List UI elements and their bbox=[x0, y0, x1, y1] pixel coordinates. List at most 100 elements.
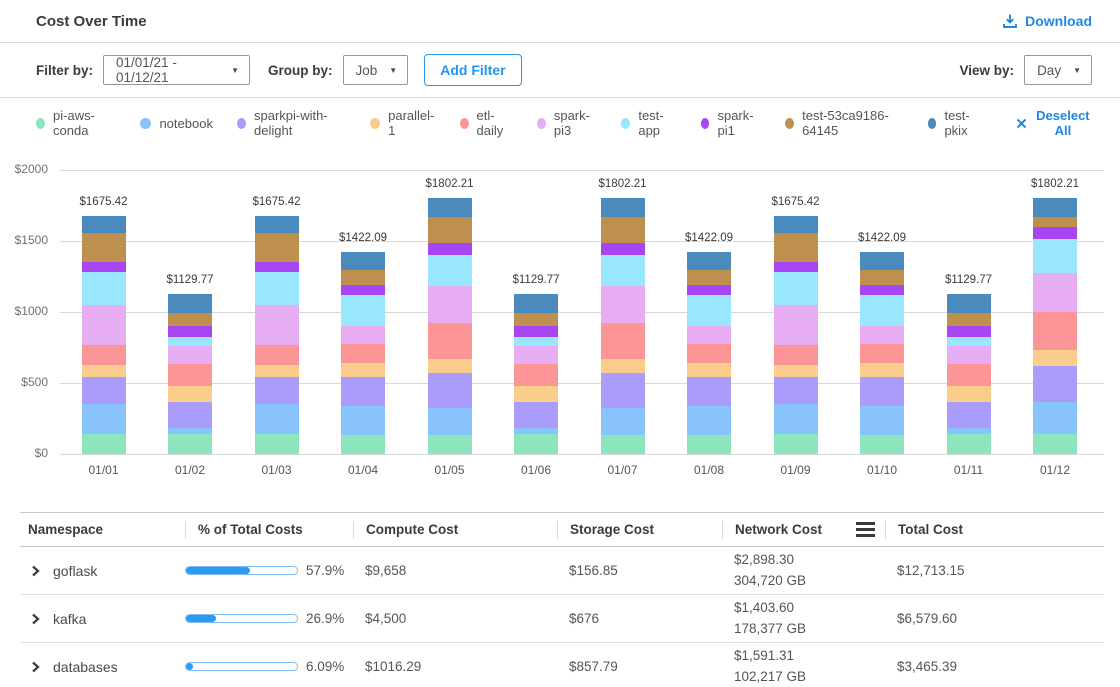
bar-segment-spark-pi1[interactable] bbox=[168, 326, 212, 337]
expand-chevron-icon[interactable] bbox=[30, 661, 41, 673]
bar-segment-test-pkix[interactable] bbox=[428, 198, 472, 217]
bar-segment-parallel-1[interactable] bbox=[168, 386, 212, 402]
bar-segment-spark-pi1[interactable] bbox=[428, 243, 472, 255]
bar-segment-pi-aws-conda[interactable] bbox=[687, 435, 731, 454]
bar-segment-spark-pi1[interactable] bbox=[860, 285, 904, 295]
bar-segment-etl-daily[interactable] bbox=[1033, 312, 1077, 350]
bar-segment-pi-aws-conda[interactable] bbox=[514, 434, 558, 454]
bar-segment-pi-aws-conda[interactable] bbox=[774, 434, 818, 454]
bar-segment-etl-daily[interactable] bbox=[168, 364, 212, 386]
bar-segment-spark-pi1[interactable] bbox=[1033, 227, 1077, 239]
bar-segment-test-53ca9186-64145[interactable] bbox=[341, 270, 385, 285]
bar-segment-sparkpi-with-delight[interactable] bbox=[860, 377, 904, 406]
bar-segment-sparkpi-with-delight[interactable] bbox=[428, 373, 472, 408]
legend-item[interactable]: sparkpi-with-delight bbox=[237, 108, 346, 138]
bar-segment-test-app[interactable] bbox=[514, 337, 558, 346]
bar-segment-spark-pi3[interactable] bbox=[947, 346, 991, 364]
bar-segment-test-53ca9186-64145[interactable] bbox=[255, 233, 299, 262]
bar-segment-sparkpi-with-delight[interactable] bbox=[255, 377, 299, 404]
bar-segment-spark-pi1[interactable] bbox=[514, 326, 558, 337]
bar-segment-spark-pi3[interactable] bbox=[341, 326, 385, 343]
bar-segment-etl-daily[interactable] bbox=[601, 323, 645, 360]
bar-segment-notebook[interactable] bbox=[601, 408, 645, 436]
date-range-dropdown[interactable]: 01/01/21 - 01/12/21 ▼ bbox=[103, 55, 250, 85]
legend-item[interactable]: spark-pi3 bbox=[537, 108, 598, 138]
bar-segment-spark-pi3[interactable] bbox=[255, 305, 299, 345]
expand-chevron-icon[interactable] bbox=[30, 565, 41, 577]
bar-segment-test-pkix[interactable] bbox=[601, 198, 645, 217]
bar-segment-pi-aws-conda[interactable] bbox=[255, 434, 299, 454]
bar-segment-test-pkix[interactable] bbox=[774, 216, 818, 233]
bar-segment-test-app[interactable] bbox=[687, 295, 731, 326]
bar-segment-notebook[interactable] bbox=[947, 428, 991, 434]
bar-segment-test-pkix[interactable] bbox=[947, 294, 991, 313]
bar-segment-spark-pi1[interactable] bbox=[947, 326, 991, 337]
bar-segment-test-53ca9186-64145[interactable] bbox=[428, 217, 472, 243]
bar-segment-sparkpi-with-delight[interactable] bbox=[601, 373, 645, 408]
bar-segment-test-pkix[interactable] bbox=[860, 252, 904, 270]
bar-segment-parallel-1[interactable] bbox=[947, 386, 991, 402]
bar-segment-etl-daily[interactable] bbox=[860, 344, 904, 363]
bar-segment-spark-pi3[interactable] bbox=[428, 286, 472, 323]
bar-segment-test-pkix[interactable] bbox=[1033, 198, 1077, 217]
column-menu-icon[interactable] bbox=[856, 522, 875, 537]
bar-segment-parallel-1[interactable] bbox=[341, 363, 385, 377]
bar-segment-test-app[interactable] bbox=[428, 255, 472, 286]
bar-segment-etl-daily[interactable] bbox=[428, 323, 472, 360]
expand-chevron-icon[interactable] bbox=[30, 613, 41, 625]
bar-segment-test-53ca9186-64145[interactable] bbox=[860, 270, 904, 285]
bar-segment-etl-daily[interactable] bbox=[774, 345, 818, 365]
bar-segment-pi-aws-conda[interactable] bbox=[860, 435, 904, 454]
bar-segment-test-app[interactable] bbox=[860, 295, 904, 326]
bar-segment-test-53ca9186-64145[interactable] bbox=[687, 270, 731, 285]
bar-segment-pi-aws-conda[interactable] bbox=[428, 435, 472, 454]
bar-segment-sparkpi-with-delight[interactable] bbox=[514, 402, 558, 428]
bar-segment-test-53ca9186-64145[interactable] bbox=[774, 233, 818, 262]
bar-segment-spark-pi3[interactable] bbox=[1033, 273, 1077, 312]
bar-segment-notebook[interactable] bbox=[341, 406, 385, 435]
column-header-storage-cost[interactable]: Storage Cost bbox=[557, 521, 722, 539]
bar-segment-spark-pi3[interactable] bbox=[601, 286, 645, 323]
view-by-dropdown[interactable]: Day ▼ bbox=[1024, 55, 1092, 85]
bar-segment-parallel-1[interactable] bbox=[255, 365, 299, 377]
bar-segment-pi-aws-conda[interactable] bbox=[1033, 434, 1077, 454]
bar-segment-test-app[interactable] bbox=[601, 255, 645, 286]
bar-segment-test-pkix[interactable] bbox=[341, 252, 385, 270]
bar-segment-etl-daily[interactable] bbox=[255, 345, 299, 365]
bar-segment-parallel-1[interactable] bbox=[860, 363, 904, 377]
bar-segment-notebook[interactable] bbox=[774, 404, 818, 435]
legend-item[interactable]: notebook bbox=[140, 116, 213, 131]
bar-segment-sparkpi-with-delight[interactable] bbox=[947, 402, 991, 428]
bar-segment-etl-daily[interactable] bbox=[947, 364, 991, 386]
bar-segment-notebook[interactable] bbox=[82, 404, 126, 435]
bar-segment-test-pkix[interactable] bbox=[168, 294, 212, 313]
bar-segment-parallel-1[interactable] bbox=[601, 359, 645, 372]
bar-segment-parallel-1[interactable] bbox=[1033, 350, 1077, 366]
bar-segment-test-app[interactable] bbox=[255, 272, 299, 305]
bar-segment-test-app[interactable] bbox=[1033, 239, 1077, 273]
bar-segment-test-pkix[interactable] bbox=[514, 294, 558, 313]
bar-segment-spark-pi1[interactable] bbox=[341, 285, 385, 295]
column-header-compute-cost[interactable]: Compute Cost bbox=[353, 521, 557, 539]
bar-segment-spark-pi1[interactable] bbox=[601, 243, 645, 255]
legend-item[interactable]: test-pkix bbox=[928, 108, 984, 138]
bar-segment-parallel-1[interactable] bbox=[82, 365, 126, 377]
bar-segment-etl-daily[interactable] bbox=[687, 344, 731, 363]
bar-segment-sparkpi-with-delight[interactable] bbox=[82, 377, 126, 404]
bar-segment-notebook[interactable] bbox=[1033, 402, 1077, 434]
bar-segment-etl-daily[interactable] bbox=[341, 344, 385, 363]
bar-segment-parallel-1[interactable] bbox=[774, 365, 818, 377]
bar-segment-etl-daily[interactable] bbox=[82, 345, 126, 365]
bar-segment-test-app[interactable] bbox=[774, 272, 818, 305]
bar-segment-test-53ca9186-64145[interactable] bbox=[514, 313, 558, 326]
bar-segment-notebook[interactable] bbox=[514, 428, 558, 434]
bar-segment-parallel-1[interactable] bbox=[687, 363, 731, 377]
bar-segment-test-pkix[interactable] bbox=[687, 252, 731, 270]
legend-item[interactable]: parallel-1 bbox=[370, 108, 435, 138]
bar-segment-spark-pi1[interactable] bbox=[774, 262, 818, 272]
bar-segment-test-53ca9186-64145[interactable] bbox=[82, 233, 126, 262]
column-header-namespace[interactable]: Namespace bbox=[20, 521, 185, 539]
bar-segment-pi-aws-conda[interactable] bbox=[947, 434, 991, 454]
legend-item[interactable]: test-app bbox=[621, 108, 676, 138]
download-button[interactable]: Download bbox=[1002, 13, 1092, 29]
